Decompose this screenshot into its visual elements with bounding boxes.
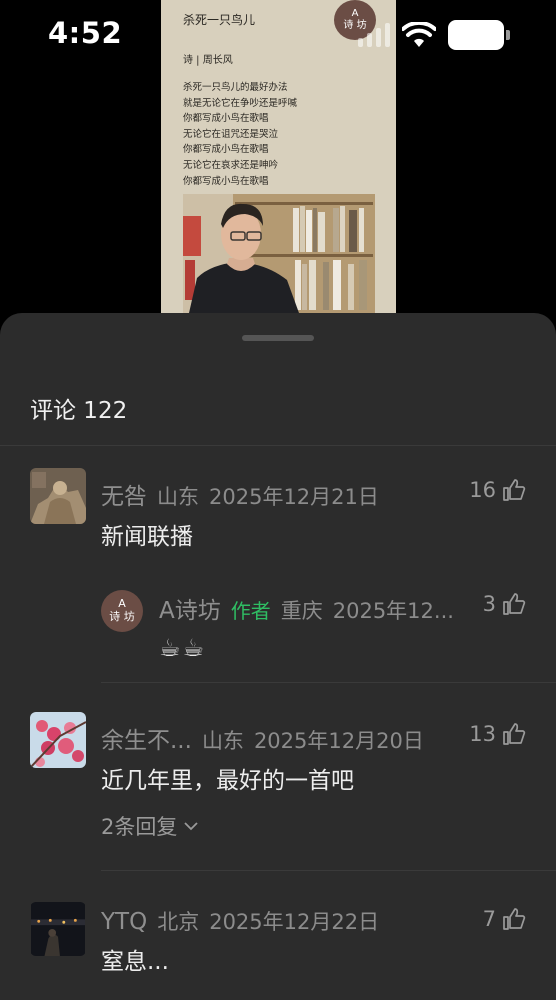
author-tag: 作者 [230, 599, 271, 623]
avatar[interactable] [30, 468, 86, 524]
like-button[interactable]: 7 [483, 907, 526, 931]
comment-text: 近几年里，最好的一首吧 [101, 768, 354, 794]
view-replies-button[interactable]: 2条回复 [101, 811, 199, 841]
like-button[interactable]: 13 [469, 722, 526, 746]
poem-line: 就是无论它在争吵还是呼喊 [183, 97, 298, 109]
avatar[interactable] [30, 712, 86, 768]
reply-author-name[interactable]: A诗坊 [159, 591, 221, 625]
comment-date: 2025年12月20日 [253, 729, 424, 753]
like-count: 3 [482, 592, 496, 616]
wifi-icon [402, 22, 436, 47]
thumbs-up-icon [503, 593, 526, 615]
commenter-region: 山东 [157, 485, 199, 509]
thumbs-up-icon [503, 908, 526, 930]
divider [101, 682, 556, 683]
poem-line: 你都写成小鸟在歌唱 [183, 175, 269, 187]
poem-line: 无论它在哀求还是呻吟 [183, 159, 279, 171]
commenter-region: 北京 [157, 910, 200, 934]
commenter-name[interactable]: 无咎 [101, 477, 147, 511]
poem-line: 你都写成小鸟在歌唱 [183, 113, 269, 125]
reply-region: 重庆 [280, 599, 323, 623]
cellular-signal-icon [358, 23, 390, 47]
poem-line: 无论它在诅咒还是哭泣 [183, 128, 279, 140]
replies-count-label: 2条回复 [101, 815, 178, 839]
commenter-region: 山东 [201, 729, 244, 753]
poem-line: 杀死一只鸟儿的最好办法 [183, 82, 288, 93]
thumbs-up-icon [503, 723, 526, 745]
reply-meta: A诗坊 作者 重庆 2025年12... [159, 591, 454, 625]
logo-line: 诗 坊 [109, 610, 135, 623]
reply-text: ☕☕ [159, 634, 207, 662]
comment-meta: 余生不... 山东 2025年12月20日 [101, 721, 424, 755]
comment-text: 窒息... [101, 949, 169, 975]
comment-text: 新闻联播 [101, 524, 193, 550]
comment-date: 2025年12月22日 [209, 910, 380, 934]
status-time: 4:52 [48, 16, 123, 50]
status-icons [358, 20, 510, 50]
reply-date: 2025年12... [332, 599, 454, 623]
avatar[interactable] [30, 902, 86, 956]
battery-icon [448, 20, 510, 50]
like-button[interactable]: 16 [469, 478, 526, 502]
commenter-name[interactable]: 余生不... [101, 721, 192, 755]
thumbs-up-icon [503, 479, 526, 501]
like-count: 13 [469, 722, 496, 746]
chevron-down-icon [184, 822, 199, 831]
poem-line: 你都写成小鸟在歌唱 [183, 144, 269, 156]
drag-handle[interactable] [242, 335, 314, 341]
like-button[interactable]: 3 [483, 592, 526, 616]
status-bar: 4:52 [0, 0, 556, 70]
like-count: 16 [469, 478, 496, 502]
comment-meta: YTQ 北京 2025年12月22日 [101, 906, 379, 936]
logo-line: A [118, 597, 126, 610]
comments-count-title: 评论 122 [30, 398, 128, 424]
like-count: 7 [482, 907, 496, 931]
comment-date: 2025年12月21日 [209, 485, 379, 509]
poem-lines: 杀死一只鸟儿的最好办法 就是无论它在争吵还是呼喊 你都写成小鸟在歌唱 无论它在诅… [183, 80, 297, 189]
commenter-name[interactable]: YTQ [101, 909, 147, 935]
author-photo [183, 194, 375, 313]
divider [0, 445, 556, 446]
divider [101, 870, 556, 871]
reply-avatar[interactable]: A 诗 坊 [101, 590, 143, 632]
comments-sheet: 评论 122 无咎 山东 2025年12月21日 16 新闻联播 A 诗 坊 A… [0, 313, 556, 1000]
comment-meta: 无咎 山东 2025年12月21日 [101, 477, 379, 511]
